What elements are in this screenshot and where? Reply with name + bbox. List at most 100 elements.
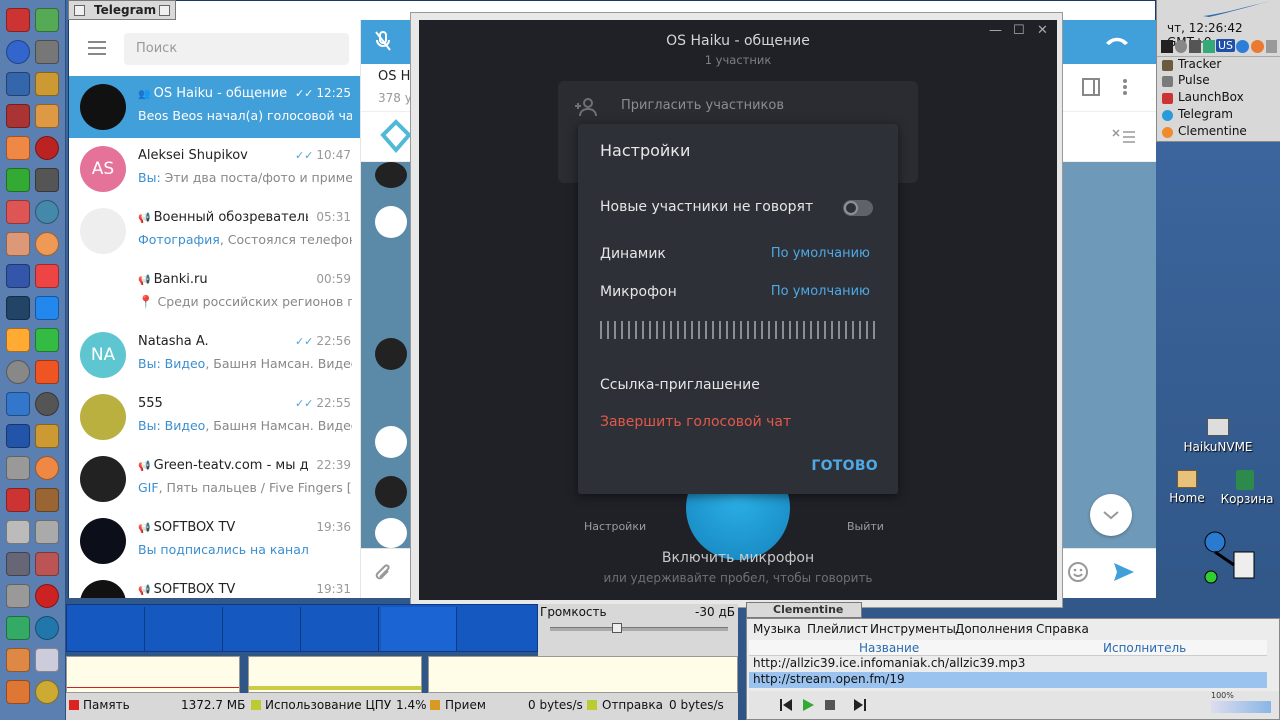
- deskbar-item-pulse[interactable]: Pulse: [1157, 73, 1280, 90]
- home-folder-label[interactable]: Home: [1164, 491, 1210, 505]
- invite-link-button[interactable]: Ссылка-приглашение: [600, 377, 760, 393]
- microphone-select[interactable]: По умолчанию: [771, 284, 870, 299]
- nvme-drive-label[interactable]: HaikuNVME: [1180, 440, 1256, 454]
- player-volume-slider[interactable]: [1211, 701, 1271, 713]
- workspace-5[interactable]: [381, 607, 457, 651]
- app-icon-12[interactable]: [35, 168, 59, 192]
- deskbar-item-telegram[interactable]: Telegram: [1157, 107, 1280, 124]
- app-icon-33[interactable]: [6, 520, 30, 544]
- chat-list-item[interactable]: 📢 SOFTBOX TV 19:36 Вы подписались на канал: [69, 510, 360, 572]
- app-icon-22[interactable]: [35, 328, 59, 352]
- window-close-box[interactable]: [74, 5, 85, 16]
- app-icon-11[interactable]: [6, 168, 30, 192]
- app-icon-26[interactable]: [35, 392, 59, 416]
- menu-help[interactable]: Справка: [1036, 622, 1089, 636]
- app-icon-2[interactable]: [35, 8, 59, 32]
- chat-list-item[interactable]: 📢 Военный обозреватель 05:31 Фотография, С…: [69, 200, 360, 262]
- app-icon-31[interactable]: [6, 488, 30, 512]
- column-title[interactable]: Название: [859, 641, 919, 655]
- app-icon-9[interactable]: [6, 136, 30, 160]
- tray-icon[interactable]: [1203, 40, 1215, 53]
- leave-voice-chat-label[interactable]: Выйти: [847, 520, 884, 533]
- app-icon-5[interactable]: [6, 72, 30, 96]
- prev-track-icon[interactable]: [779, 698, 793, 712]
- workspace-2[interactable]: [147, 607, 223, 651]
- app-icon-16[interactable]: [35, 232, 59, 256]
- network-app-icon[interactable]: [1200, 528, 1260, 588]
- app-icon-43[interactable]: [6, 680, 30, 704]
- app-icon-29[interactable]: [6, 456, 30, 480]
- pinned-list-icon[interactable]: [1111, 128, 1137, 146]
- tray-icon[interactable]: [1189, 40, 1201, 53]
- tray-icon[interactable]: [1236, 40, 1249, 53]
- menu-icon[interactable]: [88, 41, 106, 55]
- window-zoom-box[interactable]: [159, 5, 170, 16]
- app-icon-23[interactable]: [6, 360, 30, 384]
- deskbar-item-launchbox[interactable]: LaunchBox: [1157, 90, 1280, 107]
- scroll-down-button[interactable]: [1090, 494, 1132, 536]
- emoji-icon[interactable]: [1067, 561, 1089, 583]
- app-icon-1[interactable]: [6, 8, 30, 32]
- app-icon-18[interactable]: [35, 264, 59, 288]
- app-icon-19[interactable]: [6, 296, 30, 320]
- app-icon-30[interactable]: [35, 456, 59, 480]
- menu-extras[interactable]: Дополнения: [955, 622, 1033, 636]
- chat-list-item[interactable]: 👥 OS Haiku - общение ✓✓ 12:25 Beos Beos нач…: [69, 76, 360, 138]
- send-icon[interactable]: [1113, 562, 1135, 582]
- tray-icon[interactable]: [1175, 40, 1187, 53]
- workspace-4[interactable]: [303, 607, 379, 651]
- menu-playlist[interactable]: Плейлист: [807, 622, 868, 636]
- end-voice-chat-button[interactable]: Завершить голосовой чат: [600, 414, 791, 430]
- app-icon-25[interactable]: [6, 392, 30, 416]
- app-icon-37[interactable]: [6, 584, 30, 608]
- app-icon-20[interactable]: [35, 296, 59, 320]
- invite-participants-button[interactable]: Пригласить участников: [621, 98, 784, 113]
- tray-icon[interactable]: [1161, 40, 1173, 53]
- app-icon-38[interactable]: [35, 584, 59, 608]
- chat-list-item[interactable]: NA Natasha A. ✓✓ 22:56 Вы: Видео, Башня Намс…: [69, 324, 360, 386]
- playlist-row[interactable]: http://allzic39.ice.infomaniak.ch/allzic…: [749, 656, 1267, 672]
- app-icon-21[interactable]: [6, 328, 30, 352]
- app-icon-17[interactable]: [6, 264, 30, 288]
- app-icon-14[interactable]: [35, 200, 59, 224]
- speaker-select[interactable]: По умолчанию: [771, 246, 870, 261]
- search-input[interactable]: Поиск: [124, 33, 349, 65]
- telegram-window-tab[interactable]: Telegram: [68, 0, 176, 20]
- volume-slider-handle[interactable]: [612, 623, 622, 633]
- hangup-icon[interactable]: [1104, 34, 1130, 46]
- chat-list-item[interactable]: 📢 SOFTBOX TV 19:31: [69, 572, 360, 598]
- next-track-icon[interactable]: [853, 698, 867, 712]
- app-icon-40[interactable]: [35, 616, 59, 640]
- playlist-row[interactable]: http://stream.open.fm/19: [749, 672, 1267, 688]
- voice-settings-label[interactable]: Настройки: [584, 520, 646, 533]
- menu-tools[interactable]: Инструменты: [870, 622, 956, 636]
- sidebar-toggle-icon[interactable]: [1082, 78, 1100, 96]
- mute-mic-icon[interactable]: [373, 30, 393, 52]
- add-user-icon[interactable]: [574, 97, 598, 117]
- app-icon-7[interactable]: [6, 104, 30, 128]
- deskbar-item-clementine[interactable]: Clementine: [1157, 124, 1280, 141]
- more-icon[interactable]: [1122, 78, 1128, 96]
- app-icon-15[interactable]: [6, 232, 30, 256]
- app-icon-42[interactable]: [35, 648, 59, 672]
- chat-list-item[interactable]: 📢 Banki.ru 00:59 📍 Среди российских регион…: [69, 262, 360, 324]
- deskbar-item-tracker[interactable]: Tracker: [1157, 56, 1280, 73]
- app-icon-6[interactable]: [35, 72, 59, 96]
- app-icon-44[interactable]: [35, 680, 59, 704]
- new-participants-muted-toggle[interactable]: [843, 200, 873, 216]
- app-icon-13[interactable]: [6, 200, 30, 224]
- workspace-6[interactable]: [459, 607, 535, 651]
- app-icon-28[interactable]: [35, 424, 59, 448]
- app-icon-39[interactable]: [6, 616, 30, 640]
- done-button[interactable]: ГОТОВО: [811, 458, 878, 474]
- workspace-3[interactable]: [225, 607, 301, 651]
- app-icon-8[interactable]: [35, 104, 59, 128]
- app-icon-10[interactable]: [35, 136, 59, 160]
- clementine-window-tab[interactable]: Clementine: [746, 602, 862, 618]
- workspace-1[interactable]: [69, 607, 145, 651]
- app-icon-36[interactable]: [35, 552, 59, 576]
- app-icon-27[interactable]: [6, 424, 30, 448]
- menu-music[interactable]: Музыка: [753, 622, 801, 636]
- volume-slider[interactable]: [550, 627, 728, 631]
- app-icon-32[interactable]: [35, 488, 59, 512]
